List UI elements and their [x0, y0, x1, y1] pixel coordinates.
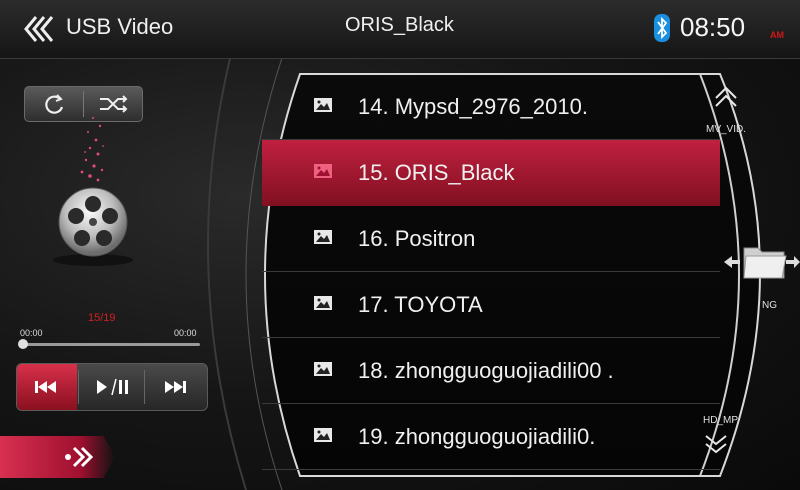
image-file-icon	[314, 428, 332, 442]
file-list-item[interactable]: 19. zhongguoguojiadili0.	[262, 404, 720, 470]
image-file-icon	[314, 296, 332, 310]
progress-knob[interactable]	[18, 339, 28, 349]
video-reel-icon	[53, 117, 133, 266]
elapsed-time: 00:00	[20, 328, 43, 338]
file-list-item[interactable]: 15. ORIS_Black	[262, 140, 720, 206]
clock-ampm: AM	[770, 30, 784, 40]
forward-chevrons-icon[interactable]	[0, 436, 115, 478]
image-file-icon	[314, 164, 332, 178]
bluetooth-icon	[654, 14, 670, 42]
file-name: 17. TOYOTA	[358, 292, 483, 317]
folder-label: NG	[762, 300, 777, 311]
file-list-item[interactable]: 18. zhongguoguojiadili00 .	[262, 338, 720, 404]
previous-track-icon[interactable]	[17, 364, 77, 410]
file-list-item[interactable]: 14. Mypsd_2976_2010.	[262, 74, 720, 140]
file-name: 16. Positron	[358, 226, 476, 251]
chevron-up-icon[interactable]	[700, 84, 780, 154]
folder-icon[interactable]	[722, 240, 800, 284]
file-name: 18. zhongguoguojiadili00 .	[358, 358, 614, 383]
total-time: 00:00	[174, 328, 197, 338]
image-file-icon	[314, 362, 332, 376]
transport-controls	[16, 363, 208, 411]
now-playing-title: ORIS_Black	[345, 14, 454, 36]
row-divider	[262, 469, 720, 470]
file-name: 14. Mypsd_2976_2010.	[358, 94, 588, 119]
triple-chevron-left-icon[interactable]	[22, 14, 62, 44]
file-list: 14. Mypsd_2976_2010. 15. ORIS_Black 16. Po…	[262, 74, 720, 474]
play-pause-icon[interactable]	[79, 364, 143, 410]
file-name: 19. zhongguoguojiadili0.	[358, 424, 596, 449]
top-bar: USB Video ORIS_Black 08:50 AM	[0, 0, 800, 59]
clock-time: 08:50	[680, 12, 746, 42]
next-track-icon[interactable]	[145, 364, 207, 410]
progress-bar[interactable]	[20, 343, 200, 346]
file-name: 15. ORIS_Black	[358, 160, 515, 185]
file-list-item[interactable]: 16. Positron	[262, 206, 720, 272]
screen: USB Video ORIS_Black 08:50 AM 15/19 00:0…	[0, 0, 800, 490]
file-list-item[interactable]: 17. TOYOTA	[262, 272, 720, 338]
page-up-label: MV_VID.	[706, 124, 747, 135]
track-position: 15/19	[88, 312, 116, 324]
chevron-down-icon[interactable]	[696, 410, 776, 470]
image-file-icon	[314, 230, 332, 244]
app-title: USB Video	[66, 14, 174, 39]
image-file-icon	[314, 98, 332, 112]
